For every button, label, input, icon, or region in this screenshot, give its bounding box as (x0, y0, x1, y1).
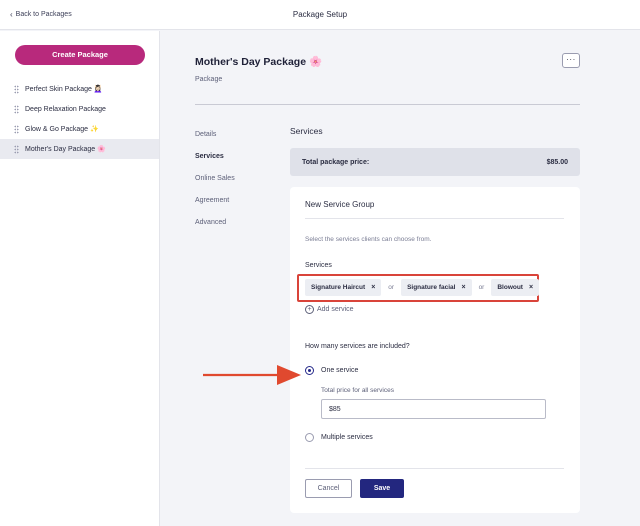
service-chip-signature-haircut[interactable]: Signature Haircut × (305, 279, 382, 296)
drag-handle-icon[interactable] (14, 124, 19, 134)
drag-handle-icon[interactable] (14, 144, 19, 154)
sidebar-item-label: Perfect Skin Package 💆🏻‍♀️ (25, 86, 103, 93)
main-content: Mother's Day Package 🌸 Package ··· Detai… (161, 31, 640, 526)
section-nav: Details Services Online Sales Agreement … (195, 131, 235, 241)
sidebar-item-perfect-skin[interactable]: Perfect Skin Package 💆🏻‍♀️ (0, 79, 159, 99)
header-divider (195, 104, 580, 105)
arrow-right-icon (203, 365, 301, 385)
sidebar-item-label: Glow & Go Package ✨ (25, 126, 99, 133)
nav-details[interactable]: Details (195, 131, 235, 153)
sidebar-item-label: Deep Relaxation Package (25, 105, 106, 113)
sidebar: Create Package Perfect Skin Package 💆🏻‍♀… (0, 31, 160, 526)
option-multiple-services[interactable]: Multiple services (305, 433, 373, 442)
total-price-label: Total package price: (302, 158, 370, 166)
nav-agreement[interactable]: Agreement (195, 197, 235, 219)
package-title: Mother's Day Package 🌸 (195, 56, 323, 68)
add-service-label: Add service (317, 306, 354, 313)
cancel-button[interactable]: Cancel (305, 479, 352, 498)
create-package-button[interactable]: Create Package (15, 45, 145, 65)
nav-services[interactable]: Services (195, 153, 235, 175)
package-subtitle: Package (195, 76, 223, 83)
sidebar-item-label: Mother's Day Package 🌸 (25, 146, 106, 153)
sidebar-item-mothers-day[interactable]: Mother's Day Package 🌸 (0, 139, 159, 159)
nav-online-sales[interactable]: Online Sales (195, 175, 235, 197)
drag-handle-icon[interactable] (14, 84, 19, 94)
nav-advanced[interactable]: Advanced (195, 219, 235, 241)
save-button[interactable]: Save (360, 479, 404, 498)
services-section-title: Services (290, 126, 323, 136)
service-group-title: New Service Group (305, 200, 375, 209)
sidebar-item-glow-and-go[interactable]: Glow & Go Package ✨ (0, 119, 159, 139)
service-hint: Select the services clients can choose f… (305, 236, 432, 243)
option-one-label: One service (321, 367, 359, 374)
service-chip-blowout[interactable]: Blowout × (491, 279, 540, 296)
drag-handle-icon[interactable] (14, 104, 19, 114)
radio-one-service[interactable] (305, 366, 314, 375)
option-multiple-label: Multiple services (321, 434, 373, 441)
plus-circle-icon: + (305, 305, 314, 314)
total-price-input[interactable] (321, 399, 546, 419)
price-field-label: Total price for all services (321, 387, 394, 394)
services-included-question: How many services are included? (305, 343, 410, 350)
service-group-card: New Service Group Select the services cl… (290, 187, 580, 513)
more-options-button[interactable]: ··· (562, 53, 580, 68)
page-title: Package Setup (292, 10, 348, 19)
services-field-label: Services (305, 262, 332, 269)
service-chip-signature-facial[interactable]: Signature facial × (401, 279, 472, 296)
close-icon[interactable]: × (371, 284, 375, 291)
sidebar-item-deep-relaxation[interactable]: Deep Relaxation Package (0, 99, 159, 119)
package-list: Perfect Skin Package 💆🏻‍♀️ Deep Relaxati… (0, 79, 159, 159)
radio-multiple-services[interactable] (305, 433, 314, 442)
close-icon[interactable]: × (529, 284, 533, 291)
add-service-button[interactable]: + Add service (305, 305, 354, 314)
option-one-service[interactable]: One service (305, 366, 358, 375)
close-icon[interactable]: × (461, 284, 465, 291)
footer-divider (305, 468, 564, 469)
or-separator: or (478, 284, 485, 291)
card-divider (305, 218, 564, 219)
chip-label: Signature facial (407, 284, 456, 291)
top-bar: ‹ Back to Packages Package Setup (0, 0, 640, 30)
total-price-bar: Total package price: $85.00 (290, 148, 580, 176)
or-separator: or (388, 284, 395, 291)
chip-label: Blowout (497, 284, 523, 291)
total-price-value: $85.00 (546, 158, 568, 166)
service-chips: Signature Haircut × or Signature facial … (305, 279, 540, 296)
chip-label: Signature Haircut (311, 284, 366, 291)
